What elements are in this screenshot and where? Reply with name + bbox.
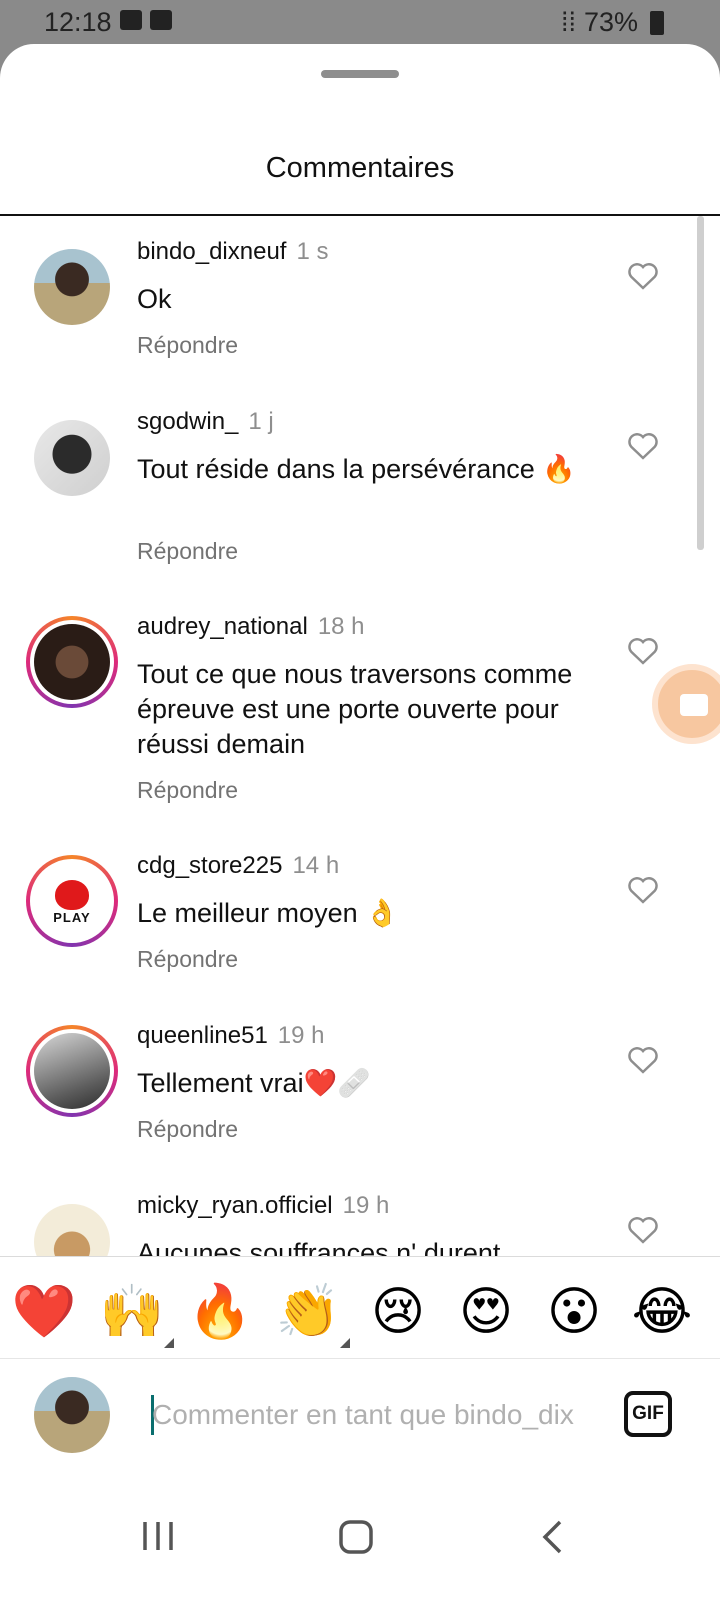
quick-reactions-bar: ❤️ 🙌 🔥 👏 😢 😍 😮 😂: [0, 1266, 720, 1358]
sheet-drag-handle[interactable]: [321, 70, 399, 78]
comment-username[interactable]: bindo_dixneuf: [137, 238, 286, 265]
avatar[interactable]: [26, 1025, 118, 1117]
comment-username[interactable]: queenline51: [137, 1022, 268, 1049]
comment-list[interactable]: bindo_dixneuf 1 s Ok Répondre sgodwin_ 1 j…: [0, 216, 720, 1256]
reaction-heart[interactable]: ❤️: [8, 1276, 80, 1348]
gallery-icon: [120, 10, 142, 30]
scrollbar[interactable]: [697, 216, 704, 550]
comment-username[interactable]: sgodwin_: [137, 408, 238, 435]
recent-apps-icon[interactable]: [140, 1519, 176, 1553]
comment-username[interactable]: audrey_national: [137, 613, 308, 640]
avatar[interactable]: [26, 616, 118, 708]
comment-header: queenline51 19 h: [137, 1022, 325, 1050]
back-icon[interactable]: [540, 1519, 564, 1555]
comments-sheet: Commentaires bindo_dixneuf 1 s Ok Répondr…: [0, 44, 720, 1600]
reply-button[interactable]: Répondre: [137, 332, 238, 359]
status-time: 12:18: [44, 7, 112, 37]
gif-icon[interactable]: GIF: [624, 1391, 672, 1437]
comment-input[interactable]: [152, 1389, 602, 1441]
comment-header: audrey_national 18 h: [137, 613, 365, 641]
home-icon[interactable]: [338, 1519, 376, 1557]
reaction-raised-hands[interactable]: 🙌: [96, 1276, 174, 1348]
notification-icons: [120, 10, 172, 30]
signal-icon: ⁞⁞: [560, 7, 576, 37]
system-nav-bar: [0, 1489, 720, 1600]
comment-time: 19 h: [342, 1192, 390, 1219]
reply-button[interactable]: Répondre: [137, 946, 238, 973]
reaction-clap[interactable]: 👏: [272, 1276, 350, 1348]
avatar[interactable]: PLAY: [26, 855, 118, 947]
comment-text: Le meilleur moyen 👌: [137, 898, 399, 928]
reaction-laughing[interactable]: 😂: [626, 1276, 698, 1348]
comment-header: micky_ryan.officiel 19 h: [137, 1192, 389, 1220]
comment-time: 18 h: [317, 613, 365, 640]
comment-text: Tellement vrai❤️🩹: [137, 1068, 371, 1098]
comment-header: cdg_store225 14 h: [137, 852, 339, 880]
heart-logo-icon: [55, 879, 89, 910]
variant-indicator-icon: [340, 1338, 350, 1348]
avatar[interactable]: [34, 420, 110, 496]
comment-text: Aucunes souffrances n' durent: [137, 1238, 501, 1256]
avatar[interactable]: [34, 249, 110, 325]
heart-outline-icon[interactable]: [626, 1214, 660, 1244]
reply-button[interactable]: Répondre: [137, 1116, 238, 1143]
divider: [0, 1256, 720, 1257]
heart-outline-icon[interactable]: [626, 1044, 660, 1074]
comment-time: 19 h: [277, 1022, 325, 1049]
avatar[interactable]: [34, 1204, 110, 1256]
heart-outline-icon[interactable]: [626, 874, 660, 904]
video-icon: [150, 10, 172, 30]
comment-text: Ok: [137, 284, 172, 314]
comment-time: 1 s: [296, 238, 329, 265]
reply-button[interactable]: Répondre: [137, 538, 238, 565]
heart-outline-icon[interactable]: [626, 635, 660, 665]
battery-percent: 73%: [583, 7, 638, 37]
variant-indicator-icon: [164, 1338, 174, 1348]
camera-icon: [680, 694, 708, 716]
heart-outline-icon[interactable]: [626, 260, 660, 290]
status-bar: 12:18 ⁞⁞ 73%: [0, 0, 720, 46]
comment-text: Tout ce que nous traversons comme épreuv…: [137, 659, 573, 759]
heart-outline-icon[interactable]: [626, 430, 660, 460]
sheet-title: Commentaires: [265, 152, 455, 184]
my-avatar: [34, 1377, 110, 1453]
comment-username[interactable]: cdg_store225: [137, 852, 282, 879]
comment-text: Tout réside dans la persévérance 🔥: [137, 454, 576, 484]
comment-composer: GIF: [0, 1359, 720, 1489]
avatar-logo-text: PLAY: [53, 909, 91, 925]
reply-button[interactable]: Répondre: [137, 777, 238, 804]
comment-time: 1 j: [248, 408, 274, 435]
comment-header: bindo_dixneuf 1 s: [137, 238, 328, 266]
comment-time: 14 h: [292, 852, 340, 879]
comment-header: sgodwin_ 1 j: [137, 408, 274, 436]
system-icons: ⁞⁞ 73%: [561, 7, 664, 38]
reaction-heart-eyes[interactable]: 😍: [450, 1276, 522, 1348]
reaction-crying[interactable]: 😢: [362, 1276, 434, 1348]
comment-username[interactable]: micky_ryan.officiel: [137, 1192, 333, 1219]
reaction-fire[interactable]: 🔥: [184, 1276, 256, 1348]
battery-icon: [650, 10, 664, 35]
reaction-surprised[interactable]: 😮: [538, 1276, 610, 1348]
